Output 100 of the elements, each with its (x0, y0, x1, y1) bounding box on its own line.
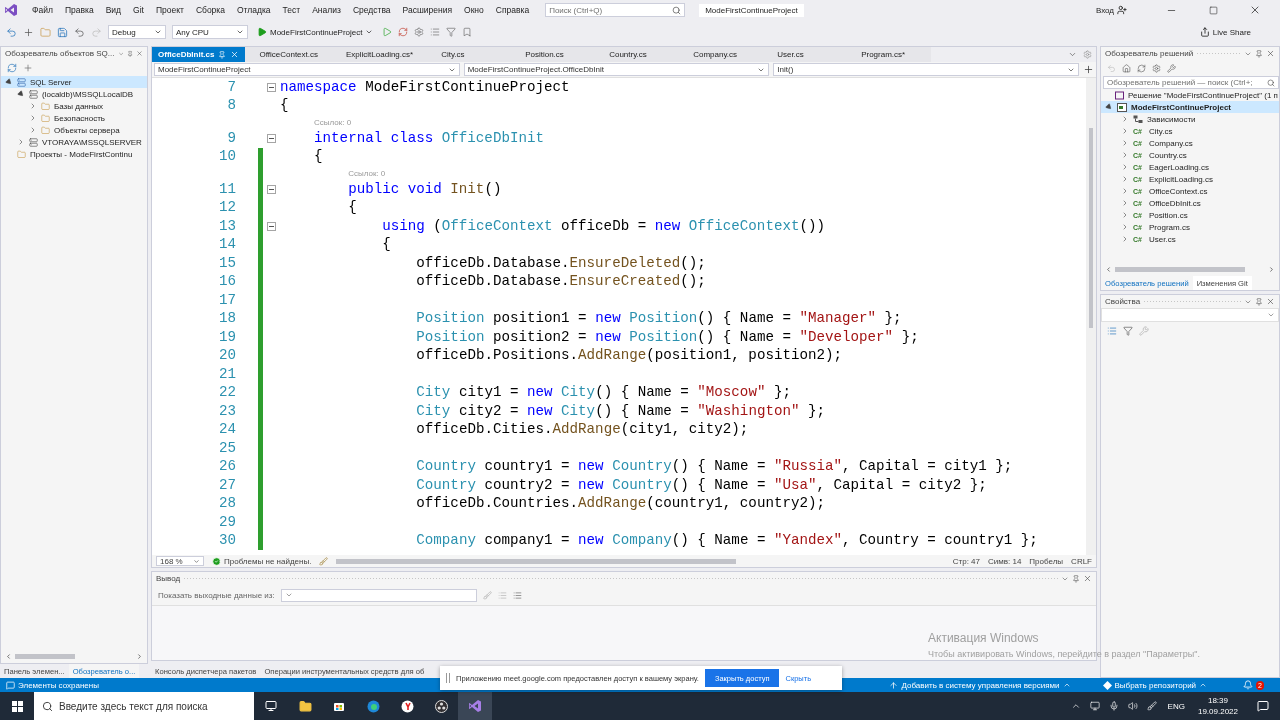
undo-icon[interactable] (74, 26, 85, 38)
document-tab[interactable]: City.cs (427, 47, 512, 62)
menu-item[interactable]: Расширения (396, 5, 458, 15)
close-icon[interactable] (1266, 49, 1275, 58)
document-tab[interactable]: ExplicitLoading.cs* (332, 47, 428, 62)
scrollbar-thumb[interactable] (15, 654, 75, 659)
volume-icon[interactable] (1127, 701, 1138, 711)
scroll-left-icon[interactable] (1105, 266, 1112, 273)
menu-item[interactable]: Вид (99, 5, 127, 15)
folder-icon[interactable] (298, 699, 312, 713)
add-icon[interactable] (1083, 64, 1094, 75)
filter-icon[interactable] (446, 27, 457, 37)
task-view-icon[interactable] (265, 700, 277, 712)
add-server-icon[interactable] (23, 63, 33, 73)
zoom-dropdown[interactable]: 168 % (156, 556, 204, 566)
microphone-icon[interactable] (1108, 701, 1119, 711)
vertical-scrollbar[interactable] (1086, 78, 1096, 555)
problems-status[interactable]: Проблемы не найдены. (212, 556, 312, 566)
start-button[interactable]: ModeFirstContinueProject (254, 27, 377, 37)
close-icon[interactable] (1083, 574, 1092, 583)
tree-item[interactable]: Безопасность (1, 112, 147, 124)
settings-icon[interactable] (1083, 50, 1092, 59)
network-icon[interactable] (1089, 701, 1100, 711)
taskbar-search-field[interactable]: Введите здесь текст для поиска (34, 692, 254, 720)
new-item-icon[interactable] (23, 26, 34, 38)
taskbar-app-button[interactable] (458, 692, 492, 720)
tree-item[interactable]: Базы данных (1, 100, 147, 112)
menu-item[interactable]: Проект (149, 5, 190, 15)
categorized-icon[interactable] (1107, 326, 1117, 336)
live-share-button[interactable]: Live Share (1196, 27, 1254, 37)
configuration-dropdown[interactable]: Debug (108, 25, 166, 39)
platform-dropdown[interactable]: Any CPU (172, 25, 248, 39)
wrap-icon[interactable] (512, 590, 522, 600)
brush-icon[interactable] (319, 556, 329, 566)
document-tab[interactable]: Position.cs (511, 47, 596, 62)
tree-item[interactable]: SQL Server (1, 76, 147, 88)
restore-icon[interactable] (1208, 5, 1218, 15)
refresh-icon[interactable] (7, 63, 17, 73)
language-indicator[interactable]: ENG (1162, 701, 1190, 711)
close-icon[interactable] (1266, 297, 1275, 306)
tree-item[interactable]: Объекты сервера (1, 124, 147, 136)
home-icon[interactable] (1122, 63, 1131, 73)
browser-icon[interactable] (366, 699, 380, 713)
grip-icon[interactable] (446, 673, 450, 683)
scroll-left-icon[interactable] (5, 653, 12, 660)
pin-icon[interactable] (1255, 297, 1263, 306)
tree-item[interactable]: ModeFirstContinueProject (1101, 101, 1279, 113)
refresh-icon[interactable] (1137, 63, 1146, 73)
document-tab[interactable]: OfficeDbInit.cs (152, 47, 246, 62)
scroll-right-icon[interactable] (136, 653, 143, 660)
settings-icon[interactable] (414, 27, 425, 37)
save-icon[interactable] (57, 26, 68, 38)
close-icon[interactable] (230, 50, 240, 59)
search-field[interactable]: Поиск (Ctrl+Q) (545, 3, 686, 17)
chevron-up-icon[interactable] (1070, 701, 1081, 711)
document-tab[interactable]: Company.cs (679, 47, 764, 62)
fold-toggle[interactable] (267, 221, 276, 231)
list-icon[interactable] (430, 27, 441, 37)
close-icon[interactable] (1249, 4, 1261, 16)
taskbar-clock[interactable]: 18:39 19.09.2022 (1189, 695, 1246, 717)
menu-item[interactable]: Правка (58, 5, 100, 15)
expanded-arrow-icon[interactable] (1104, 102, 1114, 112)
notifications-icon[interactable] (1257, 700, 1269, 712)
pin-icon[interactable] (1255, 49, 1263, 58)
scrollbar-thumb[interactable] (336, 558, 737, 564)
bookmark-icon[interactable] (462, 27, 473, 37)
search-field[interactable]: Обозреватель решений — поиск (Ctrl+; (1103, 76, 1279, 89)
pin-icon[interactable] (126, 49, 133, 58)
menu-item[interactable]: Средства (346, 5, 397, 15)
store-icon[interactable] (333, 700, 345, 712)
document-tab[interactable]: User.cs (763, 47, 848, 62)
dropdown-icon[interactable] (1068, 50, 1077, 59)
recorder-icon[interactable] (434, 699, 448, 713)
menu-item[interactable]: Git (127, 5, 150, 15)
scrollbar-thumb[interactable] (1115, 267, 1245, 272)
repository-button[interactable]: Выбрать репозиторий (1102, 680, 1208, 690)
fold-toggle[interactable] (267, 82, 276, 92)
menu-item[interactable]: Тест (276, 5, 307, 15)
pen-icon[interactable] (1146, 701, 1157, 711)
tree-item[interactable]: Проекты - ModeFirstContinu (1, 148, 147, 160)
browser-icon[interactable] (400, 699, 414, 713)
scroll-right-icon[interactable] (1268, 266, 1275, 273)
tree-item[interactable]: Решение "ModeFirstContinueProject" (1 п (1101, 89, 1279, 101)
tree-item[interactable]: VTORAYA\MSSQLSERVER (1, 136, 147, 148)
menu-item[interactable]: Окно (458, 5, 490, 15)
fold-toggle[interactable] (267, 133, 276, 143)
settings-icon[interactable] (1152, 63, 1161, 73)
wrench-icon[interactable] (1167, 63, 1176, 73)
sign-in-button[interactable]: Вход (1092, 5, 1130, 15)
pin-icon[interactable] (1072, 574, 1080, 583)
navigation-dropdown[interactable]: Init() (773, 63, 1079, 76)
menu-item[interactable]: Сборка (189, 5, 231, 15)
sort-icon[interactable] (1123, 326, 1133, 336)
pin-icon[interactable] (218, 50, 227, 59)
document-tab[interactable]: OfficeContext.cs (245, 47, 332, 62)
play-icon[interactable] (382, 27, 393, 37)
menu-item[interactable]: Файл (26, 5, 59, 15)
output-source-dropdown[interactable] (280, 588, 477, 602)
menu-item[interactable]: Справка (489, 5, 536, 15)
document-tab[interactable]: Country.cs (595, 47, 680, 62)
